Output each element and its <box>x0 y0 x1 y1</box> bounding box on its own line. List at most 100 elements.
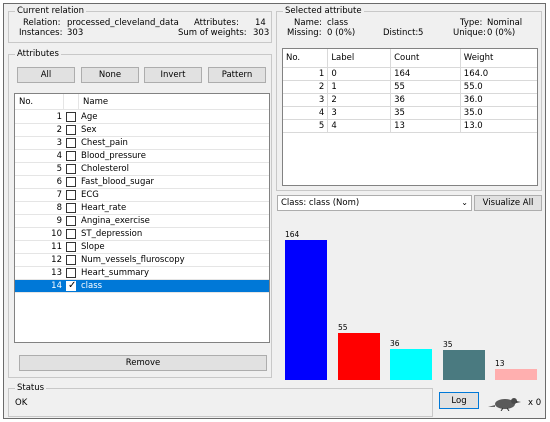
attribute-name: Cholesterol <box>81 164 129 174</box>
stats-label: 2 <box>327 93 392 107</box>
stats-row[interactable]: 1 0 164 164.0 <box>283 67 537 81</box>
stats-row[interactable]: 5 4 13 13.0 <box>283 119 537 133</box>
attribute-checkbox[interactable] <box>66 216 76 226</box>
attribute-no: 7 <box>56 190 62 200</box>
stats-rows: 1 0 164 164.0 2 1 55 55.0 3 2 36 36.0 4 3 35 35.0 5 4 13 13… <box>283 67 537 133</box>
attribute-row[interactable]: 12 Num_vessels_fluroscopy <box>15 254 269 267</box>
none-button[interactable]: None <box>81 67 139 83</box>
relation-value: processed_cleveland_data <box>67 18 179 28</box>
stats-header-no[interactable]: No. <box>283 49 329 68</box>
invert-button[interactable]: Invert <box>144 67 202 83</box>
attribute-no: 13 <box>51 268 62 278</box>
attribute-name: Angina_exercise <box>81 216 150 226</box>
pattern-button[interactable]: Pattern <box>208 67 266 83</box>
attribute-no: 9 <box>56 216 62 226</box>
attribute-no: 1 <box>56 112 62 122</box>
instances-value: 303 <box>67 28 84 38</box>
stats-weight: 13.0 <box>460 119 537 133</box>
col-check-header[interactable] <box>64 94 79 110</box>
attribute-name: Slope <box>81 242 105 252</box>
stats-header-weight[interactable]: Weight <box>460 49 537 68</box>
attribute-name: Age <box>81 112 98 122</box>
attribute-checkbox[interactable] <box>66 151 76 161</box>
stats-weight: 35.0 <box>460 106 537 120</box>
attribute-checkbox[interactable] <box>66 268 76 278</box>
status-group: Status OK <box>8 383 433 417</box>
attribute-row[interactable]: 14 ✓ class <box>15 280 269 293</box>
attribute-row[interactable]: 3 Chest_pain <box>15 137 269 150</box>
attribute-checkbox[interactable] <box>66 255 76 265</box>
col-name-header[interactable]: Name <box>79 94 269 110</box>
current-relation-group: Current relation Relation: processed_cle… <box>8 6 272 43</box>
attribute-checkbox[interactable] <box>66 125 76 135</box>
stats-header-count[interactable]: Count <box>390 49 461 68</box>
sum-of-weights-label: Sum of weights: <box>178 28 247 38</box>
attribute-checkbox[interactable] <box>66 164 76 174</box>
attribute-name: Sex <box>81 125 97 135</box>
attribute-name: ST_depression <box>81 229 143 239</box>
stats-label: 3 <box>327 106 392 120</box>
log-button[interactable]: Log <box>439 392 479 409</box>
bar-class-1 <box>338 333 380 380</box>
attribute-checkbox[interactable] <box>66 190 76 200</box>
attribute-checkbox[interactable] <box>66 177 76 187</box>
attribute-row[interactable]: 2 Sex <box>15 124 269 137</box>
attribute-no: 12 <box>51 255 62 265</box>
attribute-name: ECG <box>81 190 99 200</box>
attribute-list[interactable]: No. Name 1 Age 2 Sex 3 Chest_pain 4 Blood_press… <box>14 93 270 343</box>
attribute-row[interactable]: 1 Age <box>15 111 269 124</box>
stats-row[interactable]: 2 1 55 55.0 <box>283 80 537 94</box>
stats-header-label[interactable]: Label <box>327 49 392 68</box>
task-count: x 0 <box>528 398 542 408</box>
attribute-row[interactable]: 9 Angina_exercise <box>15 215 269 228</box>
attribute-no: 2 <box>56 125 62 135</box>
attribute-row[interactable]: 10 ST_depression <box>15 228 269 241</box>
attribute-row[interactable]: 13 Heart_summary <box>15 267 269 280</box>
attribute-row[interactable]: 4 Blood_pressure <box>15 150 269 163</box>
weka-preprocess-panel: Current relation Relation: processed_cle… <box>3 3 546 419</box>
attribute-no: 4 <box>56 151 62 161</box>
stats-no: 2 <box>283 80 329 94</box>
attribute-row[interactable]: 6 Fast_blood_sugar <box>15 176 269 189</box>
instances-label: Instances: <box>19 28 63 38</box>
status-text: OK <box>15 398 28 408</box>
sel-missing-label: Missing: <box>287 28 322 38</box>
weka-bird-icon[interactable] <box>486 395 524 412</box>
attribute-name: Blood_pressure <box>81 151 146 161</box>
remove-button[interactable]: Remove <box>19 355 267 371</box>
attribute-row[interactable]: 8 Heart_rate <box>15 202 269 215</box>
stats-weight: 164.0 <box>460 67 537 81</box>
stats-count: 55 <box>390 80 461 94</box>
status-title: Status <box>15 383 47 394</box>
all-button[interactable]: All <box>17 67 75 83</box>
stats-row[interactable]: 3 2 36 36.0 <box>283 93 537 107</box>
bar-class-2 <box>390 349 432 380</box>
sel-distinct-value: 5 <box>418 28 424 38</box>
label-stats-table-box[interactable]: No. Label Count Weight 1 0 164 164.0 2 1 55 55.… <box>282 48 538 186</box>
stats-no: 5 <box>283 119 329 133</box>
attribute-checkbox[interactable] <box>66 138 76 148</box>
selected-attribute-title: Selected attribute <box>283 6 364 17</box>
col-no-header[interactable]: No. <box>15 94 64 110</box>
checkmark-icon: ✓ <box>68 280 77 291</box>
class-distribution-chart[interactable]: 164 55 36 35 13 <box>277 215 542 380</box>
attribute-checkbox[interactable] <box>66 242 76 252</box>
attribute-checkbox[interactable] <box>66 203 76 213</box>
class-attribute-select[interactable]: Class: class (Nom) ⌄ <box>277 195 472 211</box>
attribute-row[interactable]: 7 ECG <box>15 189 269 202</box>
attribute-row[interactable]: 5 Cholesterol <box>15 163 269 176</box>
attribute-checkbox[interactable] <box>66 112 76 122</box>
class-select-value: Class: class (Nom) <box>281 198 360 208</box>
attribute-checkbox[interactable]: ✓ <box>66 280 77 291</box>
stats-weight: 36.0 <box>460 93 537 107</box>
attribute-no: 14 <box>51 281 62 291</box>
visualize-all-button[interactable]: Visualize All <box>474 195 542 211</box>
sel-unique-value: 0 (0%) <box>487 28 516 38</box>
attribute-name: Num_vessels_fluroscopy <box>81 255 185 265</box>
stats-row[interactable]: 4 3 35 35.0 <box>283 106 537 120</box>
stats-count: 13 <box>390 119 461 133</box>
attribute-no: 6 <box>56 177 62 187</box>
attribute-row[interactable]: 11 Slope <box>15 241 269 254</box>
stats-no: 1 <box>283 67 329 81</box>
attribute-checkbox[interactable] <box>66 229 76 239</box>
